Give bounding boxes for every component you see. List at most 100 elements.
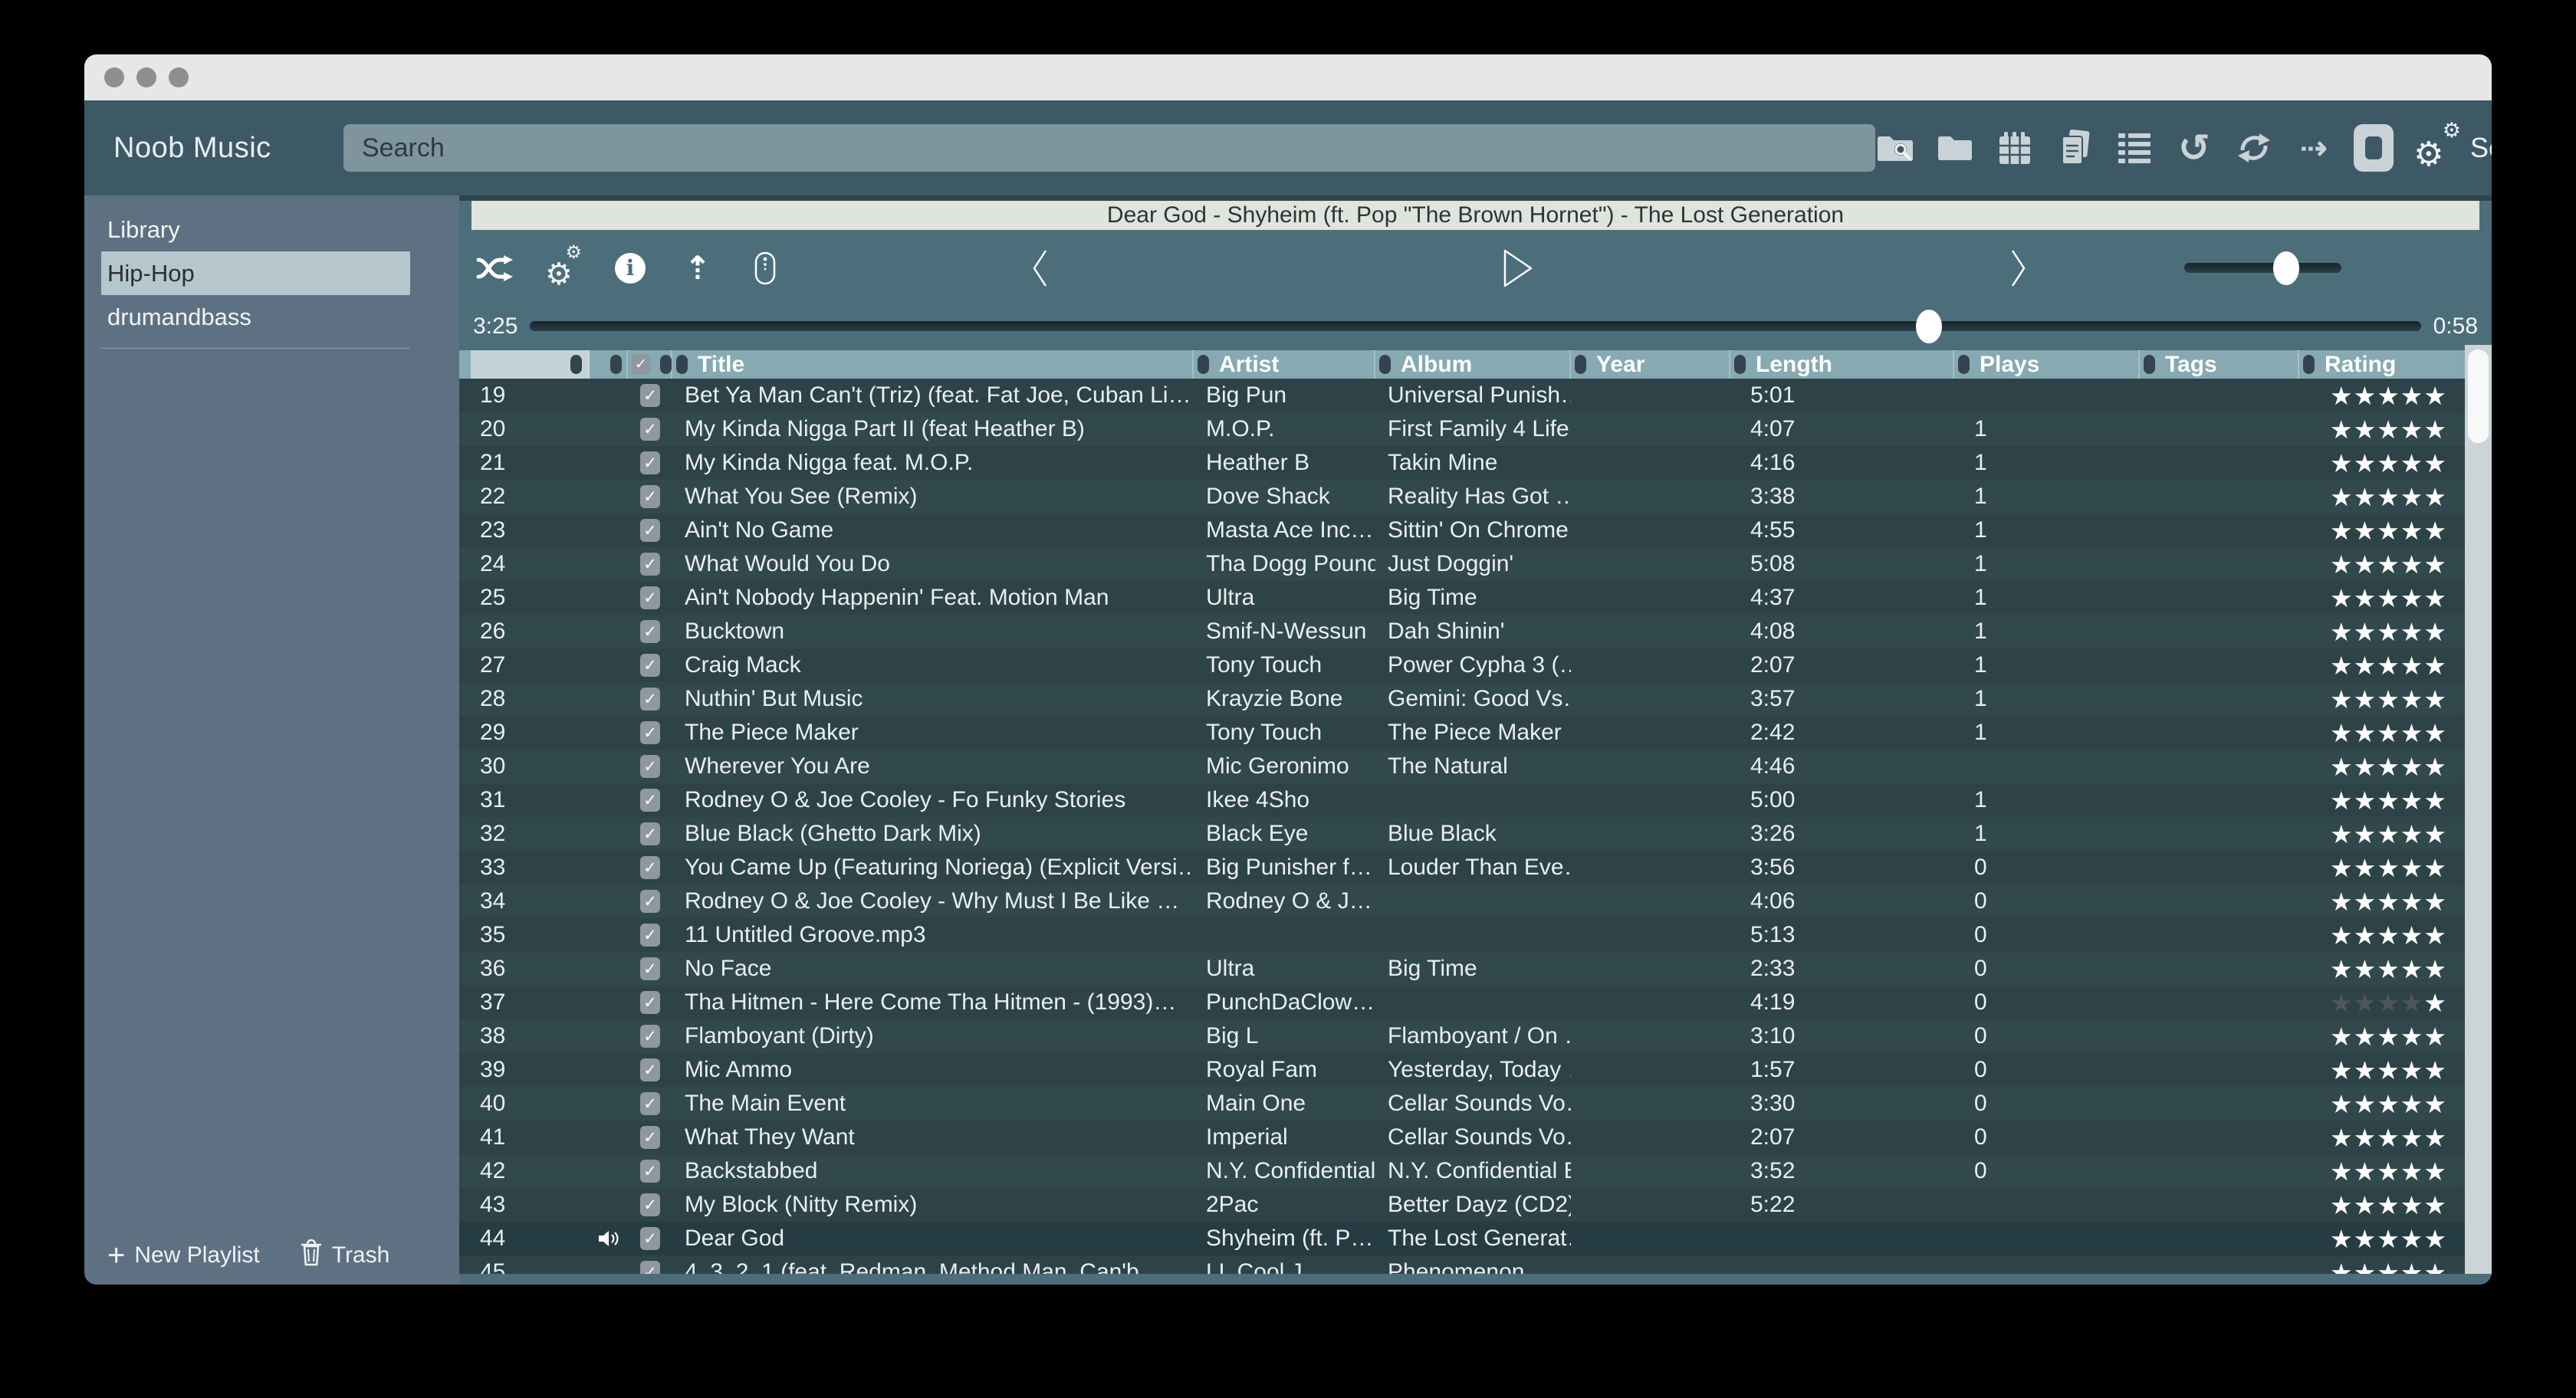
- star-icon[interactable]: ★: [2354, 383, 2377, 409]
- row-checkbox[interactable]: ✓: [640, 1058, 660, 1081]
- star-icon[interactable]: ★: [2400, 653, 2423, 678]
- star-icon[interactable]: ★: [2423, 619, 2446, 645]
- row-checkbox[interactable]: ✓: [640, 451, 660, 474]
- row-checkbox[interactable]: ✓: [640, 721, 660, 744]
- star-icon[interactable]: ★: [2377, 619, 2400, 645]
- star-icon[interactable]: ★: [2400, 1125, 2423, 1150]
- star-icon[interactable]: ★: [2330, 855, 2353, 881]
- rating-stars[interactable]: ★★★★★: [2299, 986, 2464, 1019]
- star-icon[interactable]: ★: [2377, 855, 2400, 881]
- row-checkbox[interactable]: ✓: [640, 418, 660, 441]
- star-icon[interactable]: ★: [2377, 1058, 2400, 1083]
- star-icon[interactable]: ★: [2423, 720, 2446, 746]
- row-checkbox[interactable]: ✓: [640, 1227, 660, 1250]
- row-checkbox[interactable]: ✓: [640, 654, 660, 677]
- row-checkbox[interactable]: ✓: [640, 991, 660, 1014]
- rating-stars[interactable]: ★★★★★: [2299, 412, 2464, 446]
- rating-stars[interactable]: ★★★★★: [2299, 884, 2464, 918]
- row-checkbox[interactable]: ✓: [640, 1025, 660, 1048]
- col-header-rating[interactable]: Rating: [2299, 350, 2464, 379]
- star-icon[interactable]: ★: [2330, 417, 2353, 442]
- rating-stars[interactable]: ★★★★★: [2299, 1154, 2464, 1188]
- row-checkbox[interactable]: ✓: [640, 519, 660, 542]
- table-row[interactable]: 33 ✓ You Came Up (Featuring Noriega) (Ex…: [459, 851, 2492, 884]
- star-icon[interactable]: ★: [2400, 720, 2423, 746]
- sidebar-item-drumandbass[interactable]: drumandbass: [101, 295, 410, 339]
- star-icon[interactable]: ★: [2377, 383, 2400, 409]
- refresh-icon[interactable]: [2234, 128, 2274, 168]
- table-row[interactable]: 32 ✓ Blue Black (Ghetto Dark Mix) Black …: [459, 817, 2492, 851]
- rating-stars[interactable]: ★★★★★: [2299, 1087, 2464, 1121]
- play-button[interactable]: [1502, 230, 1534, 306]
- settings-button[interactable]: ⚙⚙ Settings: [2413, 126, 2492, 169]
- table-row[interactable]: 35 ✓ 11 Untitled Groove.mp3 5:13 0 ★★★★★: [459, 918, 2492, 952]
- star-icon[interactable]: ★: [2400, 788, 2423, 813]
- star-icon[interactable]: ★: [2354, 1058, 2377, 1083]
- check-all-checkbox[interactable]: ✓: [632, 354, 650, 375]
- vertical-scrollbar[interactable]: [2465, 345, 2492, 1274]
- rating-stars[interactable]: ★★★★★: [2299, 1053, 2464, 1087]
- star-icon[interactable]: ★: [2377, 889, 2400, 914]
- star-icon[interactable]: ★: [2330, 754, 2353, 779]
- star-icon[interactable]: ★: [2423, 1024, 2446, 1049]
- col-header-playing[interactable]: [590, 350, 628, 379]
- row-checkbox[interactable]: ✓: [640, 789, 660, 812]
- star-icon[interactable]: ★: [2354, 484, 2377, 510]
- star-icon[interactable]: ★: [2354, 1024, 2377, 1049]
- col-header-album[interactable]: Album: [1375, 350, 1571, 379]
- star-icon[interactable]: ★: [2423, 417, 2446, 442]
- star-icon[interactable]: ★: [2354, 687, 2377, 712]
- star-icon[interactable]: ★: [2377, 754, 2400, 779]
- star-icon[interactable]: ★: [2423, 484, 2446, 510]
- table-row[interactable]: 23 ✓ Ain't No Game Masta Ace Inc… Sittin…: [459, 514, 2492, 547]
- new-playlist-button[interactable]: + New Playlist: [107, 1242, 260, 1268]
- star-icon[interactable]: ★: [2330, 552, 2353, 577]
- col-header-plays[interactable]: Plays: [1954, 350, 2140, 379]
- star-icon[interactable]: ★: [2354, 754, 2377, 779]
- window-close-button[interactable]: [104, 67, 124, 87]
- star-icon[interactable]: ★: [2423, 518, 2446, 543]
- table-row[interactable]: 44 ✓ Dear God Shyheim (ft. P… The Lost G…: [459, 1222, 2492, 1255]
- star-icon[interactable]: ★: [2330, 653, 2353, 678]
- table-row[interactable]: 21 ✓ My Kinda Nigga feat. M.O.P. Heather…: [459, 446, 2492, 480]
- star-icon[interactable]: ★: [2423, 990, 2446, 1016]
- star-icon[interactable]: ★: [2377, 687, 2400, 712]
- row-checkbox[interactable]: ✓: [640, 1193, 660, 1216]
- rating-stars[interactable]: ★★★★★: [2299, 783, 2464, 817]
- star-icon[interactable]: ★: [2330, 1091, 2353, 1117]
- col-header-length[interactable]: Length: [1730, 350, 1954, 379]
- star-icon[interactable]: ★: [2400, 518, 2423, 543]
- table-row[interactable]: 22 ✓ What You See (Remix) Dove Shack Rea…: [459, 480, 2492, 514]
- star-icon[interactable]: ★: [2330, 788, 2353, 813]
- sidebar-item-library[interactable]: Library: [101, 208, 410, 251]
- star-icon[interactable]: ★: [2330, 889, 2353, 914]
- table-row[interactable]: 25 ✓ Ain't Nobody Happenin' Feat. Motion…: [459, 581, 2492, 615]
- row-checkbox[interactable]: ✓: [640, 1092, 660, 1115]
- undo-icon[interactable]: ↺: [2174, 128, 2214, 168]
- search-input[interactable]: [343, 124, 1875, 172]
- row-checkbox[interactable]: ✓: [640, 822, 660, 845]
- star-icon[interactable]: ★: [2354, 957, 2377, 982]
- star-icon[interactable]: ★: [2354, 653, 2377, 678]
- star-icon[interactable]: ★: [2400, 754, 2423, 779]
- star-icon[interactable]: ★: [2423, 1125, 2446, 1150]
- star-icon[interactable]: ★: [2330, 1159, 2353, 1184]
- table-row[interactable]: 19 ✓ Bet Ya Man Can't (Triz) (feat. Fat …: [459, 379, 2492, 412]
- star-icon[interactable]: ★: [2377, 484, 2400, 510]
- rating-stars[interactable]: ★★★★★: [2299, 750, 2464, 783]
- star-icon[interactable]: ★: [2330, 1024, 2353, 1049]
- table-row[interactable]: 30 ✓ Wherever You Are Mic Geronimo The N…: [459, 750, 2492, 783]
- star-icon[interactable]: ★: [2377, 653, 2400, 678]
- table-row[interactable]: 41 ✓ What They Want Imperial Cellar Soun…: [459, 1121, 2492, 1154]
- star-icon[interactable]: ★: [2400, 484, 2423, 510]
- row-checkbox[interactable]: ✓: [640, 755, 660, 778]
- calendar-icon[interactable]: [1995, 128, 2035, 168]
- star-icon[interactable]: ★: [2377, 451, 2400, 476]
- star-icon[interactable]: ★: [2377, 1024, 2400, 1049]
- star-icon[interactable]: ★: [2400, 1193, 2423, 1218]
- star-icon[interactable]: ★: [2377, 586, 2400, 611]
- star-icon[interactable]: ★: [2354, 417, 2377, 442]
- seek-bar[interactable]: [530, 321, 2420, 331]
- folder-search-icon[interactable]: [1875, 128, 1915, 168]
- list-icon[interactable]: [2114, 128, 2154, 168]
